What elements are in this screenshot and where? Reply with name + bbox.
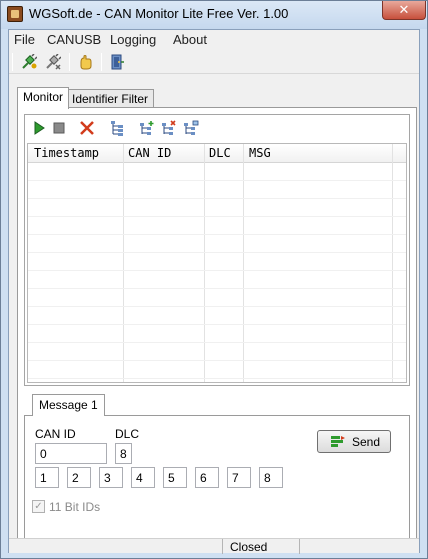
table-row — [28, 235, 406, 253]
table-row — [28, 343, 406, 361]
byte-field-6[interactable]: 6 — [195, 467, 219, 488]
exit-door-icon[interactable] — [109, 54, 125, 70]
add-filter-icon[interactable] — [139, 120, 155, 136]
edit-filter-icon[interactable] — [183, 120, 199, 136]
main-toolbar — [9, 50, 419, 74]
dlc-label: DLC — [115, 427, 140, 441]
byte-field-2[interactable]: 2 — [67, 467, 91, 488]
close-button[interactable]: ✕ — [382, 1, 426, 20]
monitor-tab-page: Timestamp CAN ID DLC MSG Message 1 CAN I… — [17, 107, 417, 548]
column-header-can-id[interactable]: CAN ID — [128, 146, 171, 160]
tab-monitor[interactable]: Monitor — [17, 87, 70, 109]
clear-icon[interactable] — [79, 120, 95, 136]
status-bar: Closed — [9, 538, 419, 554]
connection-status: Closed — [230, 540, 268, 554]
table-row — [28, 289, 406, 307]
send-label: Send — [352, 435, 381, 449]
can-id-field[interactable]: 0 — [35, 443, 107, 464]
byte-field-5[interactable]: 5 — [163, 467, 187, 488]
start-icon[interactable] — [31, 120, 47, 136]
tab-identifier-filter[interactable]: Identifier Filter — [66, 89, 155, 109]
table-row — [28, 199, 406, 217]
remove-filter-icon[interactable] — [161, 120, 177, 136]
client-area: File CANUSB Logging About Monitor Identi… — [8, 29, 420, 554]
menu-about[interactable]: About — [173, 32, 207, 47]
toolbar-separator — [69, 53, 70, 71]
send-button[interactable]: Send — [317, 430, 391, 453]
table-row — [28, 253, 406, 271]
tree-icon[interactable] — [109, 120, 125, 136]
column-header-timestamp[interactable]: Timestamp — [34, 146, 99, 160]
byte-field-1[interactable]: 1 — [35, 467, 59, 488]
window-title: WGSoft.de - CAN Monitor Lite Free Ver. 1… — [29, 6, 289, 21]
table-row — [28, 163, 406, 181]
eleven-bit-checkbox[interactable]: ✓ — [32, 500, 45, 513]
message-grid[interactable]: Timestamp CAN ID DLC MSG — [27, 143, 407, 383]
status-divider — [299, 539, 300, 554]
grid-header: Timestamp CAN ID DLC MSG — [28, 144, 406, 163]
message-panel: CAN ID DLC 0 8 1 2 3 4 5 6 7 8 Send ✓ 11… — [24, 415, 410, 539]
app-icon — [7, 6, 23, 22]
menu-logging[interactable]: Logging — [110, 32, 156, 47]
status-cell — [9, 539, 223, 554]
eleven-bit-label: 11 Bit IDs — [49, 500, 101, 514]
byte-field-7[interactable]: 7 — [227, 467, 251, 488]
toolbar-separator — [101, 53, 102, 71]
column-header-msg[interactable]: MSG — [249, 146, 271, 160]
app-window: WGSoft.de - CAN Monitor Lite Free Ver. 1… — [0, 0, 428, 559]
connect-plug-icon[interactable] — [21, 54, 37, 70]
menu-canusb[interactable]: CANUSB — [47, 32, 101, 47]
toolbar-separator — [131, 118, 132, 136]
send-icon — [331, 436, 345, 447]
column-header-dlc[interactable]: DLC — [209, 146, 231, 160]
toolbar-grip — [12, 53, 13, 71]
table-row — [28, 361, 406, 379]
stop-icon[interactable] — [51, 120, 67, 136]
toolbar-separator — [101, 118, 102, 136]
toolbar-separator — [71, 118, 72, 136]
table-row — [28, 217, 406, 235]
monitor-panel: Timestamp CAN ID DLC MSG — [24, 114, 410, 386]
monitor-toolbar — [25, 115, 409, 141]
table-row — [28, 181, 406, 199]
title-bar[interactable]: WGSoft.de - CAN Monitor Lite Free Ver. 1… — [1, 1, 427, 29]
dlc-field[interactable]: 8 — [115, 443, 132, 464]
table-row — [28, 271, 406, 289]
can-id-label: CAN ID — [35, 427, 76, 441]
tab-message-1[interactable]: Message 1 — [32, 394, 105, 416]
byte-field-3[interactable]: 3 — [99, 467, 123, 488]
settings-hand-icon[interactable] — [77, 54, 93, 70]
byte-field-4[interactable]: 4 — [131, 467, 155, 488]
byte-field-8[interactable]: 8 — [259, 467, 283, 488]
disconnect-plug-icon[interactable] — [45, 54, 61, 70]
table-row — [28, 307, 406, 325]
menu-bar: File CANUSB Logging About — [9, 30, 419, 49]
table-row — [28, 325, 406, 343]
menu-file[interactable]: File — [14, 32, 35, 47]
